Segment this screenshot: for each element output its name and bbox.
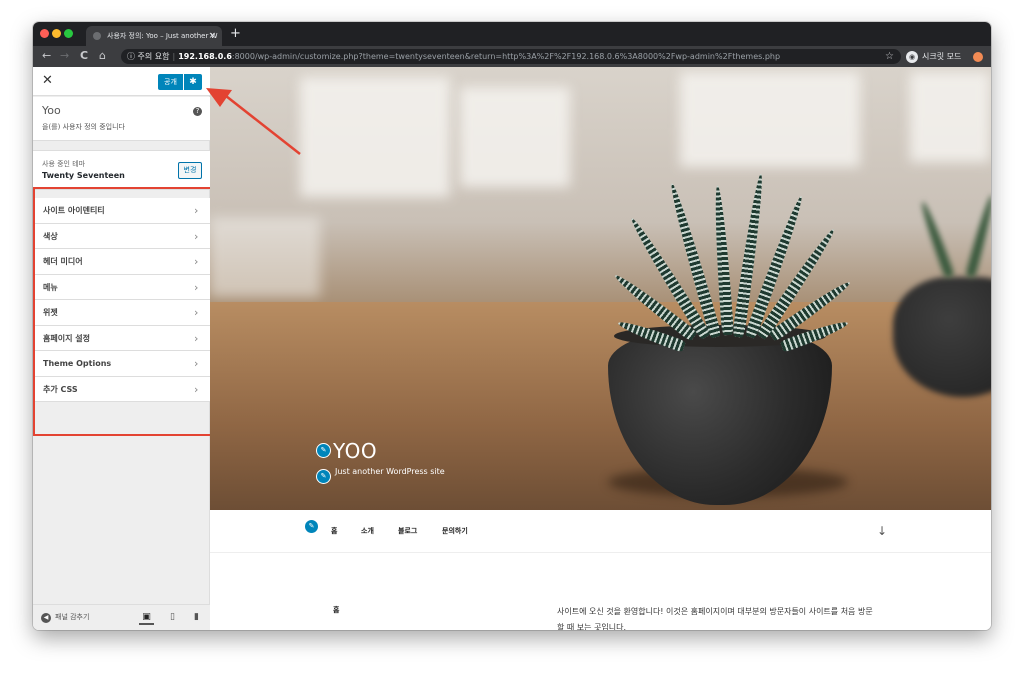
background-window-light [910, 72, 990, 162]
background-window-light [300, 77, 450, 197]
nav-link-about[interactable]: 소개 [361, 510, 374, 553]
section-site-identity[interactable]: 사이트 아이덴티티 › [33, 198, 210, 224]
section-additional-css[interactable]: 추가 CSS › [33, 376, 210, 402]
background-leaf [965, 193, 991, 279]
chevron-right-icon: › [194, 280, 199, 294]
section-label: 추가 CSS [43, 384, 78, 394]
tab-favicon-icon [93, 32, 101, 40]
back-arrow-icon[interactable]: ← [42, 49, 51, 63]
window-close-dot[interactable] [40, 29, 49, 38]
section-label: Theme Options [43, 359, 112, 368]
section-label: 헤더 미디어 [43, 257, 83, 266]
section-homepage-settings[interactable]: 홈페이지 설정 › [33, 325, 210, 351]
chevron-right-icon: › [194, 357, 199, 370]
nav-link-blog[interactable]: 블로그 [398, 510, 417, 553]
customizing-message: 을(를) 사용자 정의 중입니다 [42, 123, 125, 131]
incognito-icon: ◉ [906, 50, 918, 63]
publish-button[interactable]: 공개 [158, 74, 183, 90]
section-colors[interactable]: 색상 › [33, 223, 210, 249]
chevron-right-icon: › [194, 306, 199, 319]
bookmark-star-icon[interactable]: ☆ [885, 50, 894, 63]
preview-site-title[interactable]: YOO [333, 439, 377, 463]
tablet-preview-icon[interactable]: ▯ [165, 610, 180, 625]
new-tab-button[interactable]: + [230, 26, 241, 42]
background-wall-light [210, 217, 320, 297]
active-theme-panel: 사용 중인 테마 Twenty Seventeen 변경 [33, 150, 210, 190]
desktop-preview-icon[interactable]: ▣ [139, 610, 154, 625]
section-label: 색상 [43, 231, 58, 241]
reload-icon[interactable]: C [80, 49, 88, 63]
section-label: 위젯 [43, 308, 58, 317]
header-image: ✎ YOO ✎ Just another WordPress site [210, 67, 991, 510]
forward-arrow-icon[interactable]: → [60, 49, 69, 63]
chevron-right-icon: › [194, 382, 199, 396]
edit-menu-pencil-icon[interactable]: ✎ [304, 519, 319, 534]
section-header-media[interactable]: 헤더 미디어 › [33, 249, 210, 275]
nav-link-contact[interactable]: 문의하기 [442, 510, 468, 553]
background-window-light [680, 72, 860, 167]
active-theme-label: 사용 중인 테마 [42, 160, 86, 168]
scroll-down-arrow-icon[interactable]: ↓ [877, 510, 887, 553]
chevron-right-icon: › [194, 229, 199, 243]
site-title: Yoo [42, 104, 61, 117]
chevron-right-icon: › [194, 255, 199, 268]
window-zoom-dot[interactable] [64, 29, 73, 38]
collapse-arrow-icon[interactable]: ◀ [41, 613, 51, 623]
nav-link-home[interactable]: 홈 [331, 510, 337, 553]
preview-nav-bar: ✎ 홈 소개 블로그 문의하기 ↓ [210, 510, 991, 553]
edit-tagline-pencil-icon[interactable]: ✎ [316, 469, 331, 484]
content-intro-text: 사이트에 오신 것을 환영합니다! 이것은 홈페이지이며 대부분의 방문자들이 … [557, 607, 873, 630]
section-label: 메뉴 [43, 282, 58, 292]
url-path: :8000/wp-admin/customize.php?theme=twent… [231, 52, 781, 61]
customizer-footer: ◀ 패널 감추기 ▣ ▯ ▮ [33, 604, 210, 630]
customizer-header: ✕ 공개 ✱ [33, 67, 210, 96]
change-theme-button[interactable]: 변경 [178, 162, 202, 179]
customizer-sections: 사이트 아이덴티티 › 색상 › 헤더 미디어 › 메뉴 › 위젯 › 홈페이지… [33, 198, 210, 402]
content-heading: 홈 [333, 606, 340, 614]
customizer-info: Yoo ? 을(를) 사용자 정의 중입니다 [33, 97, 210, 141]
url-host: 192.168.0.6 [178, 52, 232, 61]
chevron-right-icon: › [194, 204, 199, 217]
close-icon[interactable]: ✕ [42, 73, 53, 89]
collapse-sidebar-button[interactable]: 패널 감추기 [55, 605, 89, 630]
section-theme-options[interactable]: Theme Options › [33, 351, 210, 377]
window-minimize-dot[interactable] [52, 29, 61, 38]
help-icon[interactable]: ? [193, 107, 202, 116]
home-icon[interactable]: ⌂ [99, 49, 106, 63]
section-label: 사이트 아이덴티티 [43, 206, 105, 215]
tab-strip: 사용자 정의: Yoo – Just another W × + [33, 22, 991, 46]
extension-icon[interactable] [973, 52, 983, 62]
background-leaf [917, 200, 955, 279]
chevron-right-icon: › [194, 331, 199, 345]
section-widgets[interactable]: 위젯 › [33, 300, 210, 326]
background-window-light [460, 87, 570, 187]
publish-settings-gear-icon[interactable]: ✱ [184, 74, 202, 90]
mobile-preview-icon[interactable]: ▮ [189, 610, 204, 625]
active-theme-name: Twenty Seventeen [42, 171, 125, 180]
section-menus[interactable]: 메뉴 › [33, 274, 210, 300]
tab-close-icon[interactable]: × [208, 26, 216, 46]
security-warning[interactable]: ⓘ 주의 요함 [127, 52, 170, 61]
incognito-label: 시크릿 모드 [922, 52, 962, 61]
preview-site-tagline: Just another WordPress site [335, 467, 445, 476]
browser-toolbar: ← → C ⌂ ⓘ 주의 요함 | 192.168.0.6:8000/wp-admi… [33, 46, 991, 67]
tab-title: 사용자 정의: Yoo – Just another W [107, 32, 218, 40]
customizer-sidebar: ✕ 공개 ✱ Yoo ? 을(를) 사용자 정의 중입니다 사용 중인 테마 T… [33, 67, 210, 630]
site-preview: ✎ YOO ✎ Just another WordPress site ✎ 홈 … [210, 67, 991, 630]
url-divider: | [172, 52, 176, 61]
address-bar[interactable]: ⓘ 주의 요함 | 192.168.0.6:8000/wp-admin/custom… [121, 49, 901, 64]
incognito-indicator[interactable]: ◉ 시크릿 모드 [906, 49, 961, 64]
browser-tab[interactable]: 사용자 정의: Yoo – Just another W × [86, 26, 222, 46]
section-label: 홈페이지 설정 [43, 333, 90, 343]
browser-window: 사용자 정의: Yoo – Just another W × + ← → C ⌂… [33, 22, 991, 630]
edit-site-title-pencil-icon[interactable]: ✎ [316, 443, 331, 458]
